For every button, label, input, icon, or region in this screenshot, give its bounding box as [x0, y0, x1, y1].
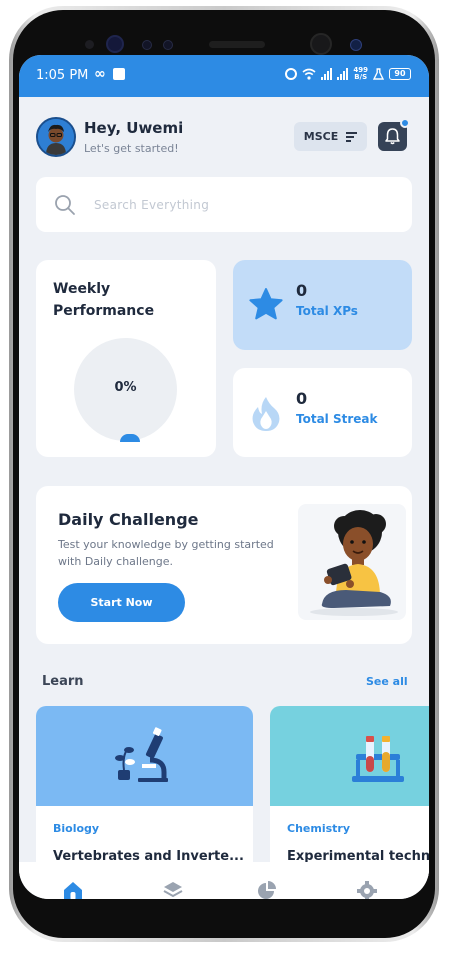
exam-selector-button[interactable]: MSCE [294, 122, 367, 151]
search-input[interactable] [94, 195, 394, 215]
infinity-icon: ∞ [94, 66, 106, 82]
status-bar: 1:05 PM ∞ 499 B/S 90 [19, 55, 429, 97]
nav-stats[interactable] [256, 880, 278, 899]
search-icon [55, 195, 75, 215]
exam-selector-label: MSCE [303, 130, 339, 143]
avatar-icon [38, 119, 74, 155]
avatar[interactable] [36, 117, 76, 157]
front-sensor [106, 35, 124, 53]
network-speed-unit: B/S [354, 73, 368, 81]
greeting: Hey, Uwemi [84, 119, 184, 137]
gear-icon [357, 881, 377, 899]
sensor-dot [142, 40, 152, 50]
sensor-dot [85, 40, 94, 49]
total-xp-value: 0 [296, 281, 308, 300]
course-card-biology[interactable]: Biology Vertebrates and Inverte... [36, 706, 253, 876]
performance-arc [120, 434, 140, 442]
notification-square-icon [113, 68, 125, 80]
daily-challenge-title: Daily Challenge [58, 510, 199, 529]
course-card-chemistry[interactable]: Chemistry Experimental techni [270, 706, 429, 876]
child-tablet-icon [310, 510, 398, 616]
nav-library[interactable] [162, 880, 184, 899]
start-now-button[interactable]: Start Now [58, 583, 185, 622]
flame-icon [252, 397, 280, 431]
search-bar[interactable] [36, 177, 412, 232]
filter-icon [346, 132, 358, 142]
battery-indicator: 90 [389, 68, 411, 80]
performance-percent: 0% [114, 380, 137, 395]
performance-ring: 0% [74, 338, 177, 442]
home-icon [64, 882, 82, 899]
total-streak-value: 0 [296, 389, 308, 408]
alarm-icon [285, 68, 298, 80]
notification-badge [400, 118, 410, 128]
front-camera [310, 33, 332, 55]
course-banner [36, 706, 253, 806]
course-banner [270, 706, 429, 806]
total-xp-label: Total XPs [296, 304, 358, 318]
earpiece-speaker [209, 41, 265, 48]
see-all-link[interactable]: See all [366, 675, 408, 688]
course-subject: Biology [53, 822, 100, 835]
total-streak-label: Total Streak [296, 412, 378, 426]
course-subject: Chemistry [287, 822, 350, 835]
signal-icon-2 [337, 68, 349, 80]
star-icon [249, 288, 283, 320]
nav-home[interactable] [62, 880, 84, 899]
microscope-icon [115, 727, 168, 782]
total-streak-card[interactable]: 0 Total Streak [233, 368, 412, 457]
pie-chart-icon [258, 881, 276, 899]
layers-icon [163, 882, 183, 898]
status-time: 1:05 PM [36, 68, 89, 83]
test-tubes-icon [352, 736, 404, 782]
weekly-performance-title: Weekly Performance [53, 281, 155, 319]
flask-icon [373, 68, 384, 80]
status-icons: 499 B/S 90 [285, 67, 411, 81]
daily-challenge-description: Test your knowledge by getting started w… [58, 538, 274, 568]
sensor-dot [163, 40, 173, 50]
daily-challenge-card: Daily Challenge Test your knowledge by g… [36, 486, 412, 644]
network-speed: 499 B/S [353, 67, 368, 81]
proximity-sensor [350, 39, 362, 51]
child-with-tablet-illustration [298, 504, 406, 620]
signal-icon [321, 68, 333, 80]
total-xp-card[interactable]: 0 Total XPs [233, 260, 412, 350]
wifi-icon [302, 68, 316, 80]
greeting-subtitle: Let's get started! [84, 142, 179, 155]
weekly-performance-card[interactable]: Weekly Performance 0% [36, 260, 216, 457]
bottom-navigation [19, 862, 429, 899]
learn-section-title: Learn [42, 674, 84, 689]
nav-settings[interactable] [356, 880, 378, 899]
app-screen: 1:05 PM ∞ 499 B/S 90 Hey, Uwemi Let's ge… [19, 55, 429, 899]
